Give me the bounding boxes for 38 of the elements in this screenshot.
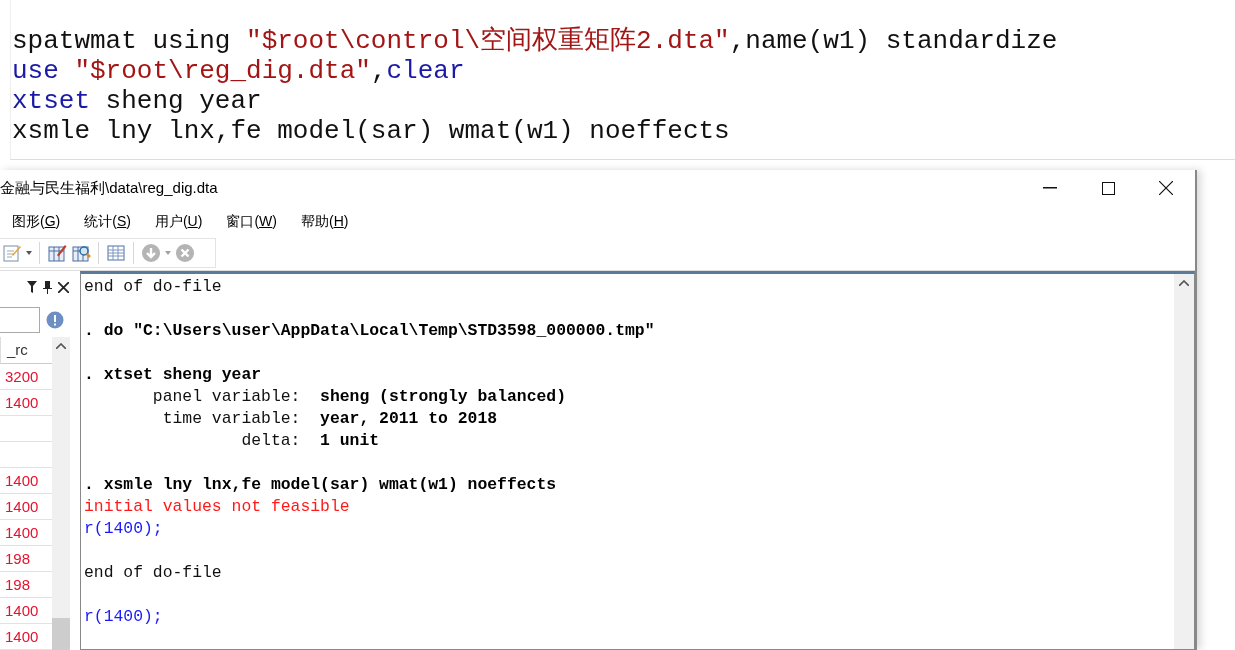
menu-item[interactable]: 用户(U) xyxy=(154,213,203,231)
output-line: r(1400); xyxy=(84,519,163,538)
code-line: xtset sheng year xyxy=(12,86,263,116)
scroll-up-icon[interactable] xyxy=(1179,280,1189,286)
output-line: time variable: year, 2011 to 2018 xyxy=(161,409,498,428)
menu-item[interactable]: 帮助(H) xyxy=(300,213,349,231)
output-line: . xtset sheng year xyxy=(84,365,262,384)
menu-item[interactable]: 图形(G) xyxy=(12,213,61,231)
browser-icon[interactable] xyxy=(71,243,91,263)
scrollbar[interactable] xyxy=(52,337,70,650)
close-icon[interactable] xyxy=(58,281,69,293)
code-line: use "$root\reg_dig.dta",clear xyxy=(12,56,466,86)
menu-item[interactable]: 统计(S) xyxy=(84,213,131,231)
output-line: initial values not feasible xyxy=(84,497,350,516)
scroll-thumb[interactable] xyxy=(52,618,70,650)
filter-icon[interactable] xyxy=(27,281,37,293)
menu-item[interactable]: 窗口(W) xyxy=(226,213,277,231)
info-icon[interactable] xyxy=(46,311,64,329)
output-line: delta: 1 unit xyxy=(240,431,380,450)
window-title: 金融与民生福利\data\reg_dig.dta xyxy=(0,178,219,198)
scrollbar[interactable] xyxy=(1174,274,1194,649)
scroll-up-icon[interactable] xyxy=(56,343,66,349)
output-line: end of do-file xyxy=(84,277,222,296)
output-line: end of do-file xyxy=(84,563,222,582)
grid-icon[interactable] xyxy=(106,243,126,263)
output-line: . xsmle lny lnx,fe model(sar) wmat(w1) noeffects xyxy=(84,475,557,494)
close-icon xyxy=(1159,181,1173,195)
maximize-icon xyxy=(1101,181,1115,195)
output-line: . do "C:\Users\user\AppData\Local\Temp\STD3598_000000.tmp" xyxy=(84,321,655,340)
code-line: spatwmat using "$root\control\空间权重矩阵2.dta",name(w1) standardize xyxy=(12,26,1059,56)
pin-icon[interactable] xyxy=(43,280,52,294)
minimize-icon xyxy=(1043,187,1057,189)
output-line: panel variable: sheng (strongly balanced) xyxy=(151,387,566,406)
filter-field[interactable] xyxy=(0,307,40,333)
caret-icon[interactable] xyxy=(26,251,32,255)
editor-icon[interactable] xyxy=(47,243,67,263)
output-line: r(1400); xyxy=(84,607,163,626)
code-line: xsmle lny lnx,fe model(sar) wmat(w1) noeffects xyxy=(12,116,731,146)
